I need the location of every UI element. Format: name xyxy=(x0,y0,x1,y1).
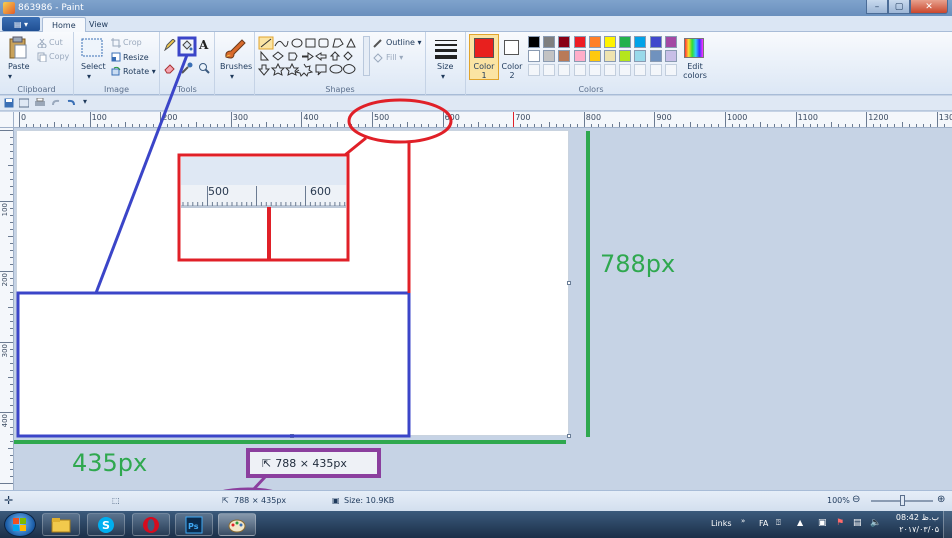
action-center-icon[interactable]: ⚑ xyxy=(836,518,844,528)
opera-icon xyxy=(143,516,159,533)
annotation-zoom-connector xyxy=(344,136,367,157)
zoom-ruler-label-600: 600 xyxy=(310,185,331,198)
zoom-in-button[interactable]: ⊕ xyxy=(937,494,945,505)
tray-expand-icon[interactable]: ▲ xyxy=(797,518,803,527)
size-callout-value: 788 × 435px xyxy=(275,457,347,470)
taskbar: S Ps Links » FA ⍰ ▲ ▣ ⚑ ▤ 🔈 08:42 ب.ظ ۲۰… xyxy=(0,511,952,538)
status-bar: ✛ ⬚ ⇱ 788 × 435px ▣ Size: 10.9KB 100% ⊖ … xyxy=(0,490,952,511)
file-size: Size: 10.9KB xyxy=(344,496,395,505)
language-help-icon[interactable]: ⍰ xyxy=(776,518,781,528)
annotation-blue-pointer-line xyxy=(94,54,189,294)
taskbar-explorer[interactable] xyxy=(42,513,80,536)
zoom-ruler-label-500: 500 xyxy=(208,185,229,198)
zoom-level: 100% xyxy=(827,496,850,505)
image-dimensions-icon: ⇱ xyxy=(222,496,229,505)
selection-size-icon: ⬚ xyxy=(112,496,120,505)
taskbar-paint[interactable] xyxy=(218,513,256,536)
links-chevron-icon[interactable]: » xyxy=(741,517,745,525)
height-annotation-label: 788px xyxy=(600,250,676,278)
zoom-out-button[interactable]: ⊖ xyxy=(852,494,860,505)
zoom-slider-thumb[interactable] xyxy=(900,495,905,506)
show-desktop-button[interactable] xyxy=(943,511,952,538)
clock-time[interactable]: 08:42 ب.ظ xyxy=(895,513,939,522)
width-annotation-label: 435px xyxy=(72,449,148,477)
annotation-zoom-box xyxy=(177,153,350,262)
annotation-ruler-ellipse xyxy=(347,98,453,144)
annotation-fill-tool-box xyxy=(177,36,197,57)
folder-icon xyxy=(51,517,71,532)
taskbar-photoshop[interactable]: Ps xyxy=(175,513,213,536)
svg-text:S: S xyxy=(102,519,110,532)
taskbar-skype[interactable]: S xyxy=(87,513,125,536)
language-indicator[interactable]: FA xyxy=(759,519,768,528)
file-size-icon: ▣ xyxy=(332,496,340,505)
image-dimensions: 788 × 435px xyxy=(234,496,287,505)
start-button[interactable] xyxy=(4,512,36,537)
paint-icon xyxy=(228,519,246,532)
taskbar-opera[interactable] xyxy=(132,513,170,536)
links-toolbar[interactable]: Links xyxy=(711,519,732,528)
volume-icon[interactable]: 🔈 xyxy=(870,518,881,528)
svg-text:Ps: Ps xyxy=(188,522,199,531)
network-icon[interactable]: ▤ xyxy=(853,518,862,528)
dimensions-icon: ⇱ xyxy=(262,457,272,470)
annotation-blue-rectangle xyxy=(16,291,411,438)
clock-date[interactable]: ۲۰۱۷/۰۳/۰۵ xyxy=(887,525,939,534)
tray-app-icon[interactable]: ▣ xyxy=(818,518,827,528)
skype-icon: S xyxy=(98,516,114,533)
photoshop-icon: Ps xyxy=(185,516,203,533)
cursor-position-icon: ✛ xyxy=(4,494,14,507)
size-callout-text: ⇱ 788 × 435px xyxy=(262,457,347,470)
